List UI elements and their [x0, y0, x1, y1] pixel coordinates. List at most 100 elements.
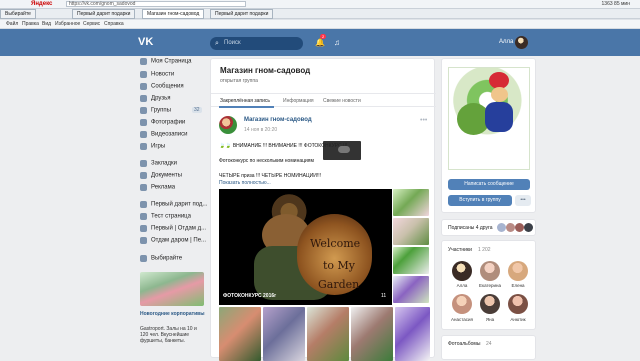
- photo-albums-block[interactable]: Фотоальбомы 24: [441, 335, 536, 360]
- sidebar-item-friends[interactable]: Друзья: [140, 95, 170, 105]
- join-group-button[interactable]: Вступить в группу: [448, 195, 512, 206]
- thumbnail-image[interactable]: [393, 247, 429, 274]
- sidebar-item-news[interactable]: Новости: [140, 71, 174, 81]
- member-name[interactable]: Яна: [476, 317, 504, 322]
- sidebar-item-documents[interactable]: Документы: [140, 172, 182, 182]
- sidebar-item-groups[interactable]: Группы 32: [140, 107, 202, 117]
- sidebar-item-ads[interactable]: Реклама: [140, 184, 175, 194]
- member-name[interactable]: Анютик: [504, 317, 532, 322]
- image-counter: 11: [381, 293, 387, 299]
- games-icon: [140, 143, 147, 150]
- thumbnail-image[interactable]: [395, 307, 430, 361]
- member-avatar[interactable]: [480, 261, 500, 281]
- photo-albums-title: Фотоальбомы: [448, 341, 481, 347]
- friends-subscribed-block[interactable]: Подписаны 4 друга: [441, 219, 536, 236]
- community-icon: [140, 225, 147, 232]
- post-text-line-2: Фотоконкурс по нескольким номинациям: [219, 158, 314, 164]
- bell-icon[interactable]: 🔔: [315, 38, 325, 47]
- member-name[interactable]: Елена: [504, 283, 532, 288]
- home-icon: [140, 58, 147, 65]
- menu-file[interactable]: Файл: [6, 21, 18, 27]
- groups-count: 32: [192, 107, 202, 113]
- sidebar-item-my-page[interactable]: Моя Страница: [140, 58, 192, 68]
- thumbnail-image[interactable]: [393, 218, 429, 245]
- tab-info[interactable]: Информация: [283, 98, 314, 104]
- member-avatar[interactable]: [452, 261, 472, 281]
- sidebar-item-videos[interactable]: Видеозаписи: [140, 131, 188, 141]
- sidebar-item-community-2[interactable]: Тест страница: [140, 213, 191, 223]
- sidebar-item-games[interactable]: Игры: [140, 143, 165, 153]
- sidebar-item-community-5[interactable]: Выбирайте: [140, 255, 182, 265]
- gnome-face-shape: [491, 87, 508, 102]
- member-name[interactable]: Екатерина: [476, 283, 504, 288]
- thumbnail-image[interactable]: [393, 189, 429, 216]
- members-block: Участники 1 202 Алла Екатерина Елена Ана…: [441, 240, 536, 330]
- bookmark-icon: [140, 160, 147, 167]
- community-icon: [140, 213, 147, 220]
- menu-help[interactable]: Справка: [104, 21, 124, 27]
- browser-tab-2[interactable]: Первый дарит подарки: [72, 9, 136, 19]
- photo-icon: [140, 119, 147, 126]
- friend-avatar: [515, 223, 524, 232]
- thumbnail-image[interactable]: [351, 307, 393, 361]
- member-name[interactable]: Анастасия: [448, 317, 476, 322]
- send-message-button[interactable]: Написать сообщение: [448, 179, 530, 190]
- thumbnail-image[interactable]: [263, 307, 305, 361]
- menu-edit[interactable]: Правка: [22, 21, 39, 27]
- friends-icon: [140, 95, 147, 102]
- member-name[interactable]: Алла: [448, 283, 476, 288]
- member-avatar[interactable]: [480, 294, 500, 314]
- browser-tab-1[interactable]: Выбирайте: [0, 9, 36, 19]
- address-input[interactable]: https://vk.com/gnom_sadovod: [66, 1, 246, 7]
- browser-brand: Яндекс: [31, 1, 53, 7]
- group-title: Магазин гном-садовод: [220, 66, 311, 75]
- post-author-name[interactable]: Магазин гном-садовод: [244, 117, 312, 123]
- music-icon[interactable]: ♫: [334, 38, 340, 47]
- tab-pinned-post[interactable]: Закреплённая запись: [220, 98, 270, 104]
- thumbnail-image[interactable]: [393, 276, 429, 303]
- search-input[interactable]: Поиск: [210, 37, 303, 50]
- community-icon: [140, 255, 147, 262]
- post-author-avatar[interactable]: [219, 116, 237, 134]
- post-time[interactable]: 14 ноя в 20:20: [244, 127, 277, 133]
- vk-logo[interactable]: VK: [138, 37, 153, 48]
- menu-tools[interactable]: Сервис: [83, 21, 100, 27]
- community-icon: [140, 201, 147, 208]
- friends-subscribed-text: Подписаны 4 друга: [448, 225, 493, 231]
- post-main-image[interactable]: Welcome to My Garden ФОТОКОНКУРС 2016г 1…: [219, 189, 392, 305]
- photo-albums-count: 24: [486, 341, 492, 347]
- sidebar-item-community-4[interactable]: Отдам даром | Пе...: [140, 237, 206, 247]
- show-more-link[interactable]: Показать полностью...: [219, 180, 271, 186]
- menu-favorites[interactable]: Избранное: [55, 21, 80, 27]
- group-tabs: Закреплённая запись Информация Свежие но…: [211, 93, 436, 108]
- promo-image[interactable]: [140, 272, 204, 306]
- user-name[interactable]: Алла: [499, 39, 513, 45]
- browser-chrome: Яндекс https://vk.com/gnom_sadovod Выбир…: [0, 0, 640, 29]
- more-button[interactable]: •••: [515, 195, 531, 206]
- group-cover-image[interactable]: [448, 67, 530, 170]
- community-icon: [140, 237, 147, 244]
- promo-title[interactable]: Новогодние корпоративы: [140, 311, 206, 317]
- left-sidebar: Моя Страница Новости Сообщения Друзья Гр…: [140, 58, 207, 358]
- group-cover-panel: Написать сообщение Вступить в группу •••: [441, 58, 536, 213]
- sidebar-item-bookmarks[interactable]: Закладки: [140, 160, 177, 170]
- sidebar-item-community-1[interactable]: Первый дарит под...: [140, 201, 207, 211]
- group-subtitle: открытая группа: [220, 78, 258, 84]
- thumbnail-image[interactable]: [307, 307, 349, 361]
- browser-tab-3[interactable]: Магазин гном-садовод: [142, 9, 205, 19]
- members-title[interactable]: Участники: [448, 247, 472, 253]
- play-icon[interactable]: [338, 146, 350, 153]
- post-menu-icon[interactable]: •••: [420, 117, 427, 124]
- user-avatar[interactable]: [515, 36, 528, 49]
- member-avatar[interactable]: [452, 294, 472, 314]
- menu-view[interactable]: Вид: [42, 21, 51, 27]
- thumbnail-image[interactable]: [219, 307, 261, 361]
- member-avatar[interactable]: [508, 261, 528, 281]
- browser-tab-4[interactable]: Первый дарит подарки: [210, 9, 274, 19]
- tab-fresh-news[interactable]: Свежие новости: [323, 98, 361, 104]
- sidebar-item-photos[interactable]: Фотографии: [140, 119, 185, 129]
- groups-icon: [140, 107, 147, 114]
- sidebar-item-community-3[interactable]: Первый | Отдам д...: [140, 225, 206, 235]
- member-avatar[interactable]: [508, 294, 528, 314]
- sidebar-item-messages[interactable]: Сообщения: [140, 83, 184, 93]
